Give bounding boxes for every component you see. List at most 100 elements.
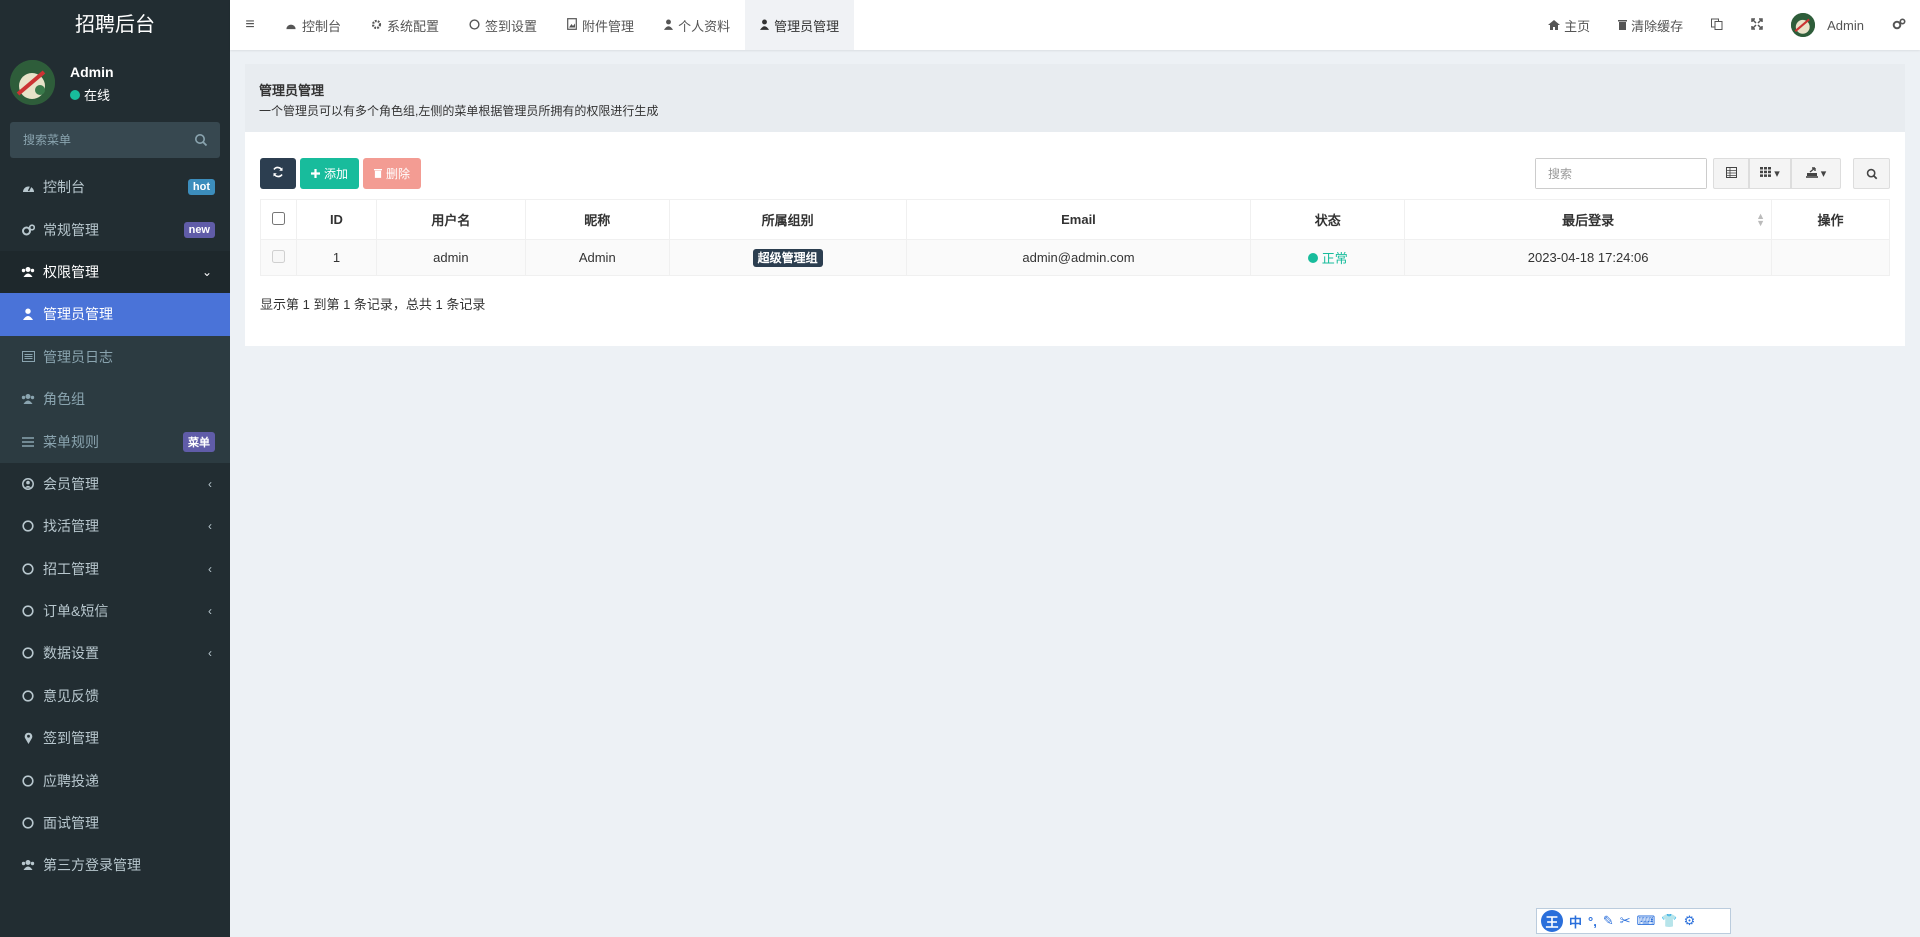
clear-cache-label: 清除缓存 bbox=[1631, 18, 1684, 34]
app-logo[interactable]: 招聘后台 bbox=[0, 0, 230, 50]
sidebar-item-auth[interactable]: 权限管理 ⌄ bbox=[0, 250, 230, 294]
sidebar-item-admin[interactable]: 管理员管理 bbox=[0, 293, 230, 336]
sidebar-item-orders-sms[interactable]: 订单&短信 ‹ bbox=[0, 590, 230, 632]
circle-icon bbox=[469, 18, 480, 33]
tab-label: 个人资料 bbox=[678, 18, 731, 34]
add-button[interactable]: 添加 bbox=[300, 158, 360, 189]
user-icon bbox=[760, 18, 770, 33]
sidebar-item-menu-rules[interactable]: 菜单规则 菜单 bbox=[0, 420, 230, 463]
sidebar-item-label: 角色组 bbox=[43, 391, 85, 408]
sidebar-item-third-party-login[interactable]: 第三方登录管理 bbox=[0, 844, 230, 886]
table-search bbox=[1535, 158, 1707, 189]
ime-toolbar: 王 中 °, ✎ ✂ ⌨ 👕 ⚙ bbox=[1536, 908, 1731, 934]
tab-profile[interactable]: 个人资料 bbox=[649, 0, 745, 50]
circle-icon bbox=[21, 562, 35, 576]
column-header-username[interactable]: 用户名 bbox=[375, 199, 526, 240]
table-row[interactable]: 1 admin Admin 超级管理组 admin@admin.com 正常 2… bbox=[260, 239, 1890, 276]
table-search-input[interactable] bbox=[1536, 159, 1706, 188]
tab-dashboard[interactable]: 控制台 bbox=[270, 0, 356, 50]
language-button[interactable] bbox=[1697, 0, 1737, 50]
tab-label: 系统配置 bbox=[387, 18, 440, 34]
refresh-button[interactable] bbox=[260, 158, 296, 189]
sidebar-search-input[interactable] bbox=[10, 122, 220, 158]
sidebar-item-label: 找活管理 bbox=[43, 518, 99, 535]
sidebar-item-label: 签到管理 bbox=[43, 730, 99, 747]
keyboard-icon[interactable]: ⌨ bbox=[1637, 913, 1656, 929]
ime-logo-icon[interactable]: 王 bbox=[1541, 910, 1563, 932]
sidebar-item-applications[interactable]: 应聘投递 bbox=[0, 759, 230, 801]
table-header-row: ID 用户名 昵称 所属组别 Email 状态 最后登录 ▲ ▼ 操作 bbox=[260, 199, 1890, 240]
sidebar-item-interviews[interactable]: 面试管理 bbox=[0, 802, 230, 844]
sidebar-item-feedback[interactable]: 意见反馈 bbox=[0, 675, 230, 717]
sidebar-item-members[interactable]: 会员管理 ‹ bbox=[0, 463, 230, 505]
cell-email: admin@admin.com bbox=[905, 239, 1252, 276]
chevron-left-icon: ‹ bbox=[208, 604, 212, 619]
group-icon bbox=[21, 265, 35, 279]
gear-icon[interactable]: ⚙ bbox=[1684, 913, 1696, 929]
sidebar-item-general[interactable]: 常规管理 new bbox=[0, 208, 230, 250]
sidebar-item-label: 应聘投递 bbox=[43, 772, 99, 789]
sidebar-item-admin-log[interactable]: 管理员日志 bbox=[0, 335, 230, 378]
export-dropdown[interactable]: ▾ bbox=[1791, 158, 1841, 189]
trash-icon bbox=[374, 167, 383, 181]
sidebar-item-dashboard[interactable]: 控制台 hot bbox=[0, 166, 230, 208]
sidebar-item-checkin[interactable]: 签到管理 bbox=[0, 717, 230, 759]
chevron-down-icon: ⌄ bbox=[201, 264, 212, 279]
tab-system-config[interactable]: 系统配置 bbox=[356, 0, 454, 50]
caret-down-icon: ▾ bbox=[1774, 168, 1780, 180]
column-header-id[interactable]: ID bbox=[295, 199, 377, 240]
sidebar-item-data-settings[interactable]: 数据设置 ‹ bbox=[0, 632, 230, 674]
pen-icon[interactable]: ✎ bbox=[1603, 913, 1614, 929]
punctuation-icon[interactable]: °, bbox=[1588, 914, 1597, 929]
columns-dropdown[interactable]: ▾ bbox=[1749, 158, 1791, 189]
user-menu[interactable]: Admin bbox=[1777, 0, 1878, 50]
group-icon bbox=[21, 392, 35, 406]
toggle-view-button[interactable] bbox=[1713, 158, 1749, 189]
chevron-left-icon: ‹ bbox=[208, 561, 212, 576]
tab-checkin-settings[interactable]: 签到设置 bbox=[454, 0, 552, 50]
group-label: 超级管理组 bbox=[752, 249, 823, 267]
ime-mode-label[interactable]: 中 bbox=[1569, 912, 1582, 931]
avatar bbox=[1791, 13, 1816, 37]
column-header-group[interactable]: 所属组别 bbox=[668, 199, 907, 240]
column-header-last-login[interactable]: 最后登录 ▲ ▼ bbox=[1404, 199, 1772, 240]
sidebar-item-recruit[interactable]: 招工管理 ‹ bbox=[0, 548, 230, 590]
sidebar-item-label: 权限管理 bbox=[43, 263, 99, 280]
column-header-status[interactable]: 状态 bbox=[1250, 199, 1406, 240]
sort-icon[interactable]: ▲ ▼ bbox=[1756, 212, 1765, 228]
column-header-nickname[interactable]: 昵称 bbox=[524, 199, 670, 240]
trash-icon bbox=[1618, 18, 1628, 33]
home-link[interactable]: 主页 bbox=[1534, 0, 1604, 50]
scissors-icon[interactable]: ✂ bbox=[1620, 913, 1631, 929]
tab-attachments[interactable]: 附件管理 bbox=[552, 0, 649, 50]
clear-cache-button[interactable]: 清除缓存 bbox=[1604, 0, 1697, 50]
tab-admin-management[interactable]: 管理员管理 bbox=[745, 0, 855, 50]
user-panel: Admin 在线 bbox=[0, 50, 230, 122]
hot-badge: hot bbox=[187, 179, 215, 196]
shirt-icon[interactable]: 👕 bbox=[1661, 913, 1677, 929]
gear-icon bbox=[371, 18, 382, 33]
tab-label: 管理员管理 bbox=[774, 18, 840, 34]
settings-button[interactable] bbox=[1878, 0, 1920, 50]
user-icon bbox=[21, 307, 35, 321]
sidebar-item-label: 招工管理 bbox=[43, 560, 99, 577]
cell-username: admin bbox=[375, 239, 526, 276]
group-icon bbox=[21, 858, 35, 872]
select-all-cell bbox=[260, 199, 297, 240]
row-checkbox[interactable] bbox=[271, 249, 285, 263]
sidebar-item-job-seek[interactable]: 找活管理 ‹ bbox=[0, 505, 230, 547]
chevron-left-icon: ‹ bbox=[208, 519, 212, 534]
sidebar-toggle-icon[interactable]: ≡ bbox=[230, 0, 270, 50]
fullscreen-button[interactable] bbox=[1737, 0, 1777, 50]
sidebar: 招聘后台 Admin 在线 控制台 hot 常规管理 new 权限管理 ⌄ bbox=[0, 0, 230, 937]
column-header-email[interactable]: Email bbox=[905, 199, 1252, 240]
advanced-search-button[interactable] bbox=[1853, 158, 1890, 189]
home-icon bbox=[1548, 18, 1561, 33]
select-all-checkbox[interactable] bbox=[271, 211, 285, 225]
sidebar-item-label: 控制台 bbox=[43, 179, 85, 196]
status-badge: 正常 bbox=[1307, 248, 1348, 267]
search-icon[interactable] bbox=[194, 133, 208, 147]
delete-button[interactable]: 删除 bbox=[363, 158, 422, 189]
sidebar-item-role-group[interactable]: 角色组 bbox=[0, 377, 230, 421]
online-dot-icon bbox=[70, 89, 80, 100]
